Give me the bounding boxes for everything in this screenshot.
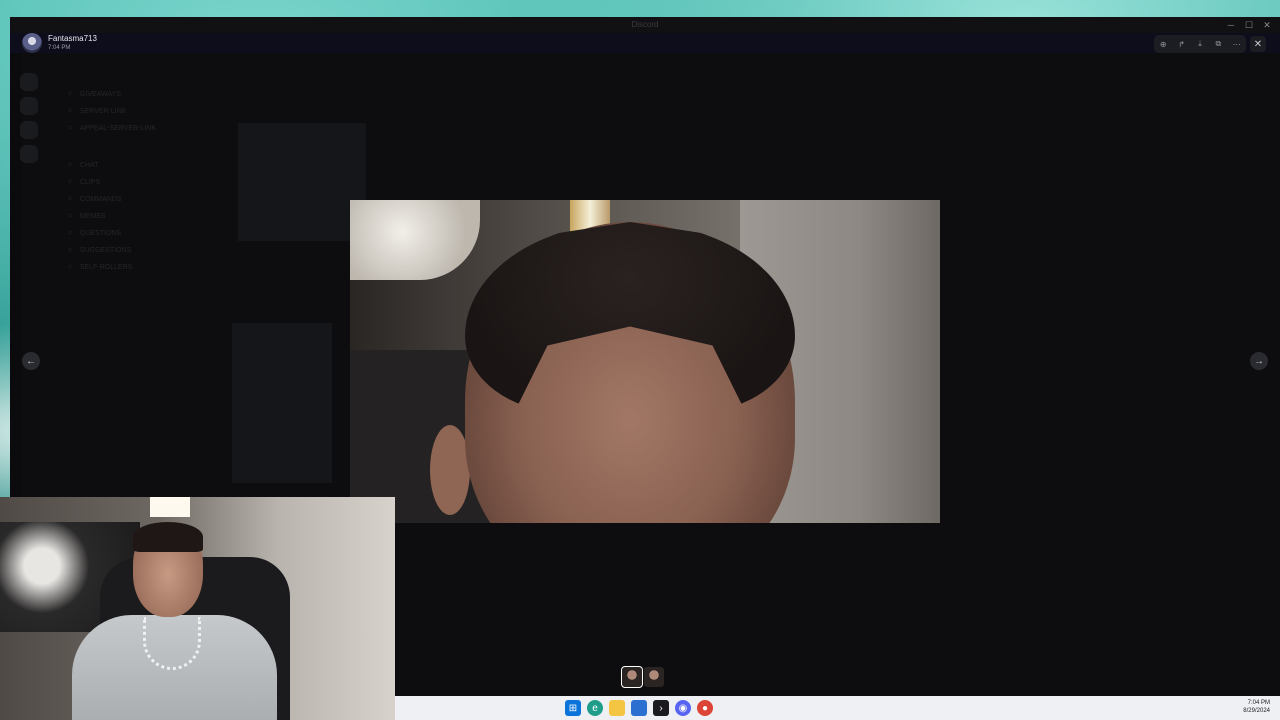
webcam-overlay: [0, 497, 395, 720]
channel-item[interactable]: COMMANDS: [68, 196, 122, 208]
viewer-toolbar: ⊕ ↱ ⤓ ⧉ ⋯: [1154, 35, 1246, 53]
share-icon[interactable]: ↱: [1174, 40, 1190, 49]
minimize-icon[interactable]: ─: [1222, 17, 1240, 33]
channel-item[interactable]: MEMES: [68, 213, 106, 225]
close-viewer-button[interactable]: ✕: [1250, 36, 1266, 52]
channel-item[interactable]: SERVER-LINK: [68, 108, 127, 120]
channel-item[interactable]: APPEAL-SERVER-LINK: [68, 125, 156, 137]
uploader-name[interactable]: Fantasma713: [48, 34, 97, 44]
previous-image-button[interactable]: ←: [22, 352, 40, 370]
channel-item[interactable]: GIVEAWAYS: [68, 91, 121, 103]
store-icon[interactable]: [631, 700, 647, 716]
channel-item[interactable]: SUGGESTIONS: [68, 247, 131, 259]
clock-time: 7:04 PM: [1247, 700, 1270, 706]
image-thumbnail[interactable]: [621, 666, 643, 688]
more-icon[interactable]: ⋯: [1229, 40, 1245, 49]
server-icon[interactable]: [20, 73, 38, 91]
zoom-in-icon[interactable]: ⊕: [1155, 40, 1171, 49]
maximize-icon[interactable]: ☐: [1240, 17, 1258, 33]
clock-date: 8/29/2024: [1243, 708, 1270, 714]
server-icon[interactable]: [20, 121, 38, 139]
message-image-thumbnail[interactable]: [232, 323, 332, 483]
image-thumbnail[interactable]: [644, 667, 664, 687]
close-window-icon[interactable]: ✕: [1258, 17, 1276, 33]
message-image-thumbnail[interactable]: [238, 123, 366, 241]
channel-item[interactable]: CLIPS: [68, 179, 100, 191]
edge-icon[interactable]: e: [587, 700, 603, 716]
channel-item[interactable]: CHAT: [68, 162, 99, 174]
channel-item[interactable]: SELF-ROLLERS: [68, 264, 133, 276]
download-icon[interactable]: ⤓: [1192, 39, 1208, 49]
file-explorer-icon[interactable]: [609, 700, 625, 716]
avatar: [22, 33, 42, 53]
taskbar: ⊞ e › ◉ ● 7:04 PM 8/29/2024: [395, 696, 1280, 720]
discord-icon[interactable]: ◉: [675, 700, 691, 716]
notice-banner: [10, 33, 1280, 53]
terminal-icon[interactable]: ›: [653, 700, 669, 716]
upload-time: 7:04 PM: [48, 45, 71, 51]
image-thumbnail-strip: [621, 666, 664, 688]
windows-start-icon[interactable]: ⊞: [565, 700, 581, 716]
viewed-image[interactable]: [350, 200, 940, 523]
server-icon[interactable]: [20, 97, 38, 115]
next-image-button[interactable]: →: [1250, 352, 1268, 370]
title-bar: Discord ─ ☐ ✕: [10, 17, 1280, 33]
channel-list: GIVEAWAYS SERVER-LINK APPEAL-SERVER-LINK…: [38, 53, 208, 513]
server-icon[interactable]: [20, 145, 38, 163]
chrome-icon[interactable]: ●: [697, 700, 713, 716]
channel-item[interactable]: QUESTIONS: [68, 230, 121, 242]
window-title: Discord: [631, 20, 659, 29]
open-external-icon[interactable]: ⧉: [1210, 39, 1226, 49]
uploader-info: Fantasma713 7:04 PM: [22, 33, 97, 53]
system-clock[interactable]: 7:04 PM 8/29/2024: [1243, 699, 1270, 715]
